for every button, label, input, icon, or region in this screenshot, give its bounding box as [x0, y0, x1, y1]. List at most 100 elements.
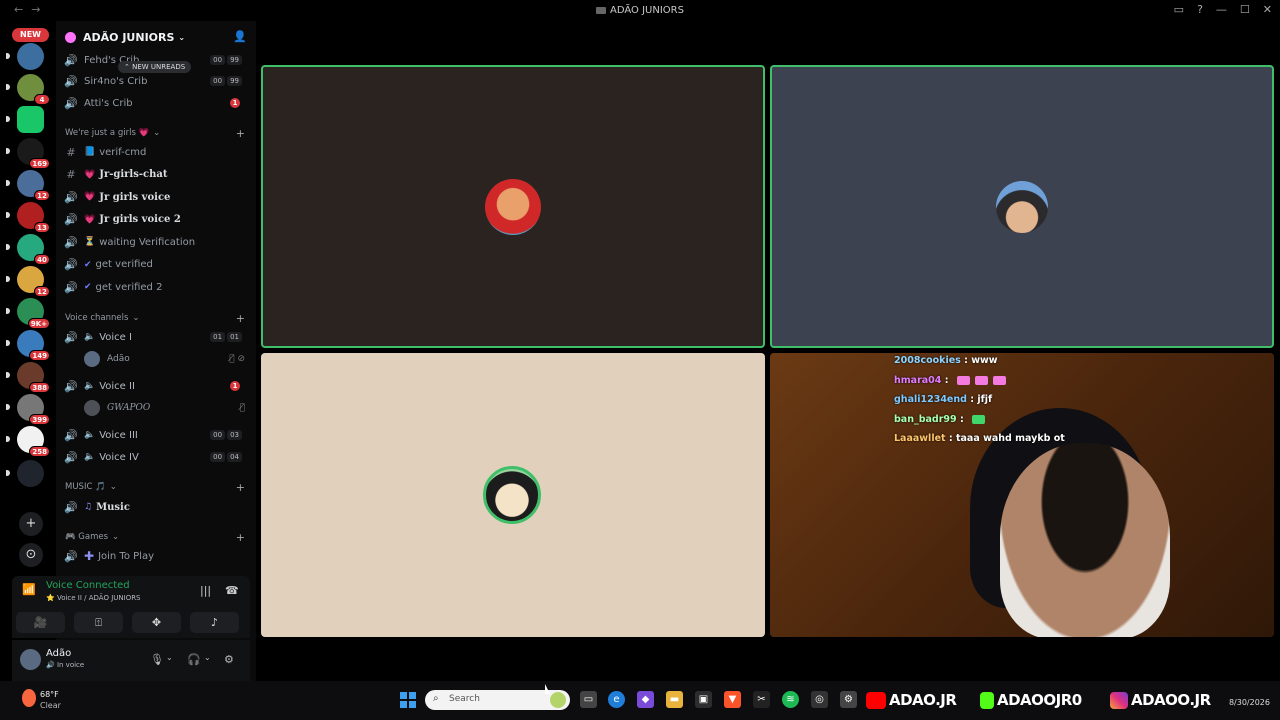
server-icon[interactable]: 40	[6, 234, 50, 265]
channel-name: Voice III	[99, 429, 138, 441]
channel-music[interactable]: 🔊 ♫ Music	[64, 497, 250, 517]
youtube-handle-text: ADAO.JR	[889, 691, 957, 709]
channel-voice-1[interactable]: 🔊 🔈 Voice I 01 01	[64, 327, 250, 347]
inbox-icon[interactable]: ▭	[1174, 3, 1184, 16]
speaker-icon: 🔊	[64, 235, 78, 249]
settings-icon[interactable]: ⚙	[840, 691, 857, 708]
help-icon[interactable]: ?	[1197, 3, 1203, 16]
edge-icon[interactable]: e	[608, 691, 625, 708]
signal-icon[interactable]: 📶	[22, 583, 36, 597]
minimize-button[interactable]: —	[1216, 3, 1227, 16]
channel-voice-4[interactable]: 🔊 🔈 Voice IV 00 04	[64, 447, 250, 467]
category-girls[interactable]: We're just a girls 💗 ⌄ +	[65, 126, 249, 140]
store-icon[interactable]: ▣	[695, 691, 712, 708]
voice-user-adao[interactable]: Adão 🎙̸ ⊘	[84, 350, 249, 368]
speaker-icon: 🔊	[64, 280, 78, 294]
server-icon[interactable]: 388	[6, 362, 50, 393]
chevron-down-icon[interactable]: ⌄	[166, 653, 173, 662]
hashtag-icon: #	[66, 145, 76, 159]
add-channel-icon[interactable]: +	[236, 531, 245, 544]
soundboard-button[interactable]: ♪	[190, 612, 239, 633]
server-icon[interactable]: 12	[6, 170, 50, 201]
close-button[interactable]: ✕	[1263, 3, 1272, 16]
add-server-icon[interactable]: +	[19, 512, 43, 536]
server-icon[interactable]	[6, 43, 44, 70]
headphones-icon[interactable]: 🎧	[187, 653, 201, 666]
voice-location[interactable]: ⭐ Voice II / ADÃO JUNIORS	[46, 594, 141, 602]
server-icon[interactable]: 258	[6, 426, 50, 457]
add-channel-icon[interactable]: +	[236, 481, 245, 494]
channel-attis-crib[interactable]: 🔊 Atti's Crib 1	[64, 93, 250, 113]
start-button[interactable]	[400, 692, 416, 708]
invite-icon[interactable]: 👤	[233, 30, 247, 43]
channel-name: Jr girls voice	[99, 191, 171, 203]
voice-user-gwapoo[interactable]: GWAPOO 🎙̸	[84, 399, 249, 417]
chevron-down-icon: ⌄	[132, 313, 140, 323]
disconnect-icon[interactable]: ☎	[225, 584, 239, 597]
server-icon[interactable]: 4	[6, 74, 50, 105]
server-icon[interactable]: 13	[6, 202, 50, 233]
screen-share-button[interactable]: ⍐	[74, 612, 123, 633]
channel-item[interactable]: 🔊 ✔ get verified	[64, 255, 250, 275]
brave-icon[interactable]: ▼	[724, 691, 741, 708]
user-limit: 99	[227, 55, 242, 65]
server-icon[interactable]	[6, 460, 44, 487]
channel-item[interactable]: 🔊 ⏳ waiting Verification	[64, 232, 250, 252]
capcut-icon[interactable]: ✂	[753, 691, 770, 708]
user-status-text: In voice	[56, 661, 85, 669]
channel-sir4nos-crib[interactable]: 🔊 Sir4no's Crib 00 99	[64, 71, 250, 91]
category-games[interactable]: 🎮 Games ⌄ +	[65, 530, 249, 544]
file-explorer-icon[interactable]: ▬	[666, 691, 683, 708]
channel-emoji-icon: 💗	[84, 214, 96, 225]
user-avatar[interactable]	[20, 649, 41, 670]
new-pill[interactable]: NEW	[12, 28, 49, 42]
category-voice[interactable]: Voice channels ⌄ +	[65, 311, 249, 325]
mention-badge: 169	[29, 158, 50, 169]
maximize-button[interactable]: ☐	[1240, 3, 1250, 16]
settings-gear-icon[interactable]: ⚙	[224, 653, 234, 666]
chevron-down-icon[interactable]: ⌄	[204, 653, 211, 662]
voice-status[interactable]: Voice Connected	[46, 580, 130, 591]
channel-item[interactable]: 🔊 ✔ get verified 2	[64, 277, 250, 297]
channel-join-to-play[interactable]: 🔊 ✚ Join To Play	[64, 546, 250, 566]
channel-item[interactable]: # 💗 Jr-girls-chat	[64, 165, 250, 185]
server-icon[interactable]: 169	[6, 138, 50, 169]
speaker-icon: 🔊	[64, 450, 78, 464]
channel-item[interactable]: 🔊 💗 Jr girls voice	[64, 187, 250, 207]
category-music[interactable]: MUSIC 🎵 ⌄ +	[65, 480, 249, 494]
user-limit: 01	[227, 332, 242, 342]
server-icon[interactable]: 399	[6, 394, 50, 425]
mention-badge: 399	[29, 414, 50, 425]
copilot-icon[interactable]: ◆	[637, 691, 654, 708]
camera-button[interactable]: 🎥	[16, 612, 65, 633]
server-icon[interactable]: 149	[6, 330, 50, 361]
server-icon[interactable]: 12	[6, 266, 50, 297]
discord-taskbar-icon[interactable]: ◎	[811, 691, 828, 708]
user-name[interactable]: Adão	[46, 648, 71, 659]
channel-item[interactable]: 🔊 💗 Jr girls voice 2	[64, 210, 250, 230]
server-icon[interactable]	[6, 106, 44, 133]
noise-suppression-icon[interactable]: |||	[200, 584, 211, 597]
participant-tile-2[interactable]	[770, 65, 1274, 348]
server-icon[interactable]: 9K+	[6, 298, 50, 329]
discover-icon[interactable]: ⊙	[19, 543, 43, 567]
mention-badge: 12	[34, 190, 50, 201]
add-channel-icon[interactable]: +	[236, 127, 245, 140]
channel-voice-3[interactable]: 🔊 🔈 Voice III 00 03	[64, 425, 250, 445]
chat-message: hmara04 :	[894, 371, 1065, 391]
task-view-icon[interactable]: ▭	[580, 691, 597, 708]
participant-tile-3[interactable]	[261, 353, 765, 637]
mouse-cursor	[545, 684, 550, 694]
add-channel-icon[interactable]: +	[236, 312, 245, 325]
microphone-icon[interactable]: 🎙	[150, 653, 164, 666]
participant-tile-1[interactable]	[261, 65, 765, 348]
channel-voice-2[interactable]: 🔊 🔈 Voice II 1	[64, 376, 250, 396]
channel-item[interactable]: # 📘 verif-cmd	[64, 142, 250, 162]
channel-name: Sir4no's Crib	[84, 75, 148, 87]
chat-text: jfjf	[977, 394, 993, 406]
unread-indicator	[6, 84, 10, 90]
spotify-icon[interactable]: ≋	[782, 691, 799, 708]
server-header[interactable]: ADÃO JUNIORS ⌄ 👤	[56, 21, 256, 53]
youtube-handle: ADAO.JR	[866, 690, 957, 710]
activities-button[interactable]: ✥	[132, 612, 181, 633]
